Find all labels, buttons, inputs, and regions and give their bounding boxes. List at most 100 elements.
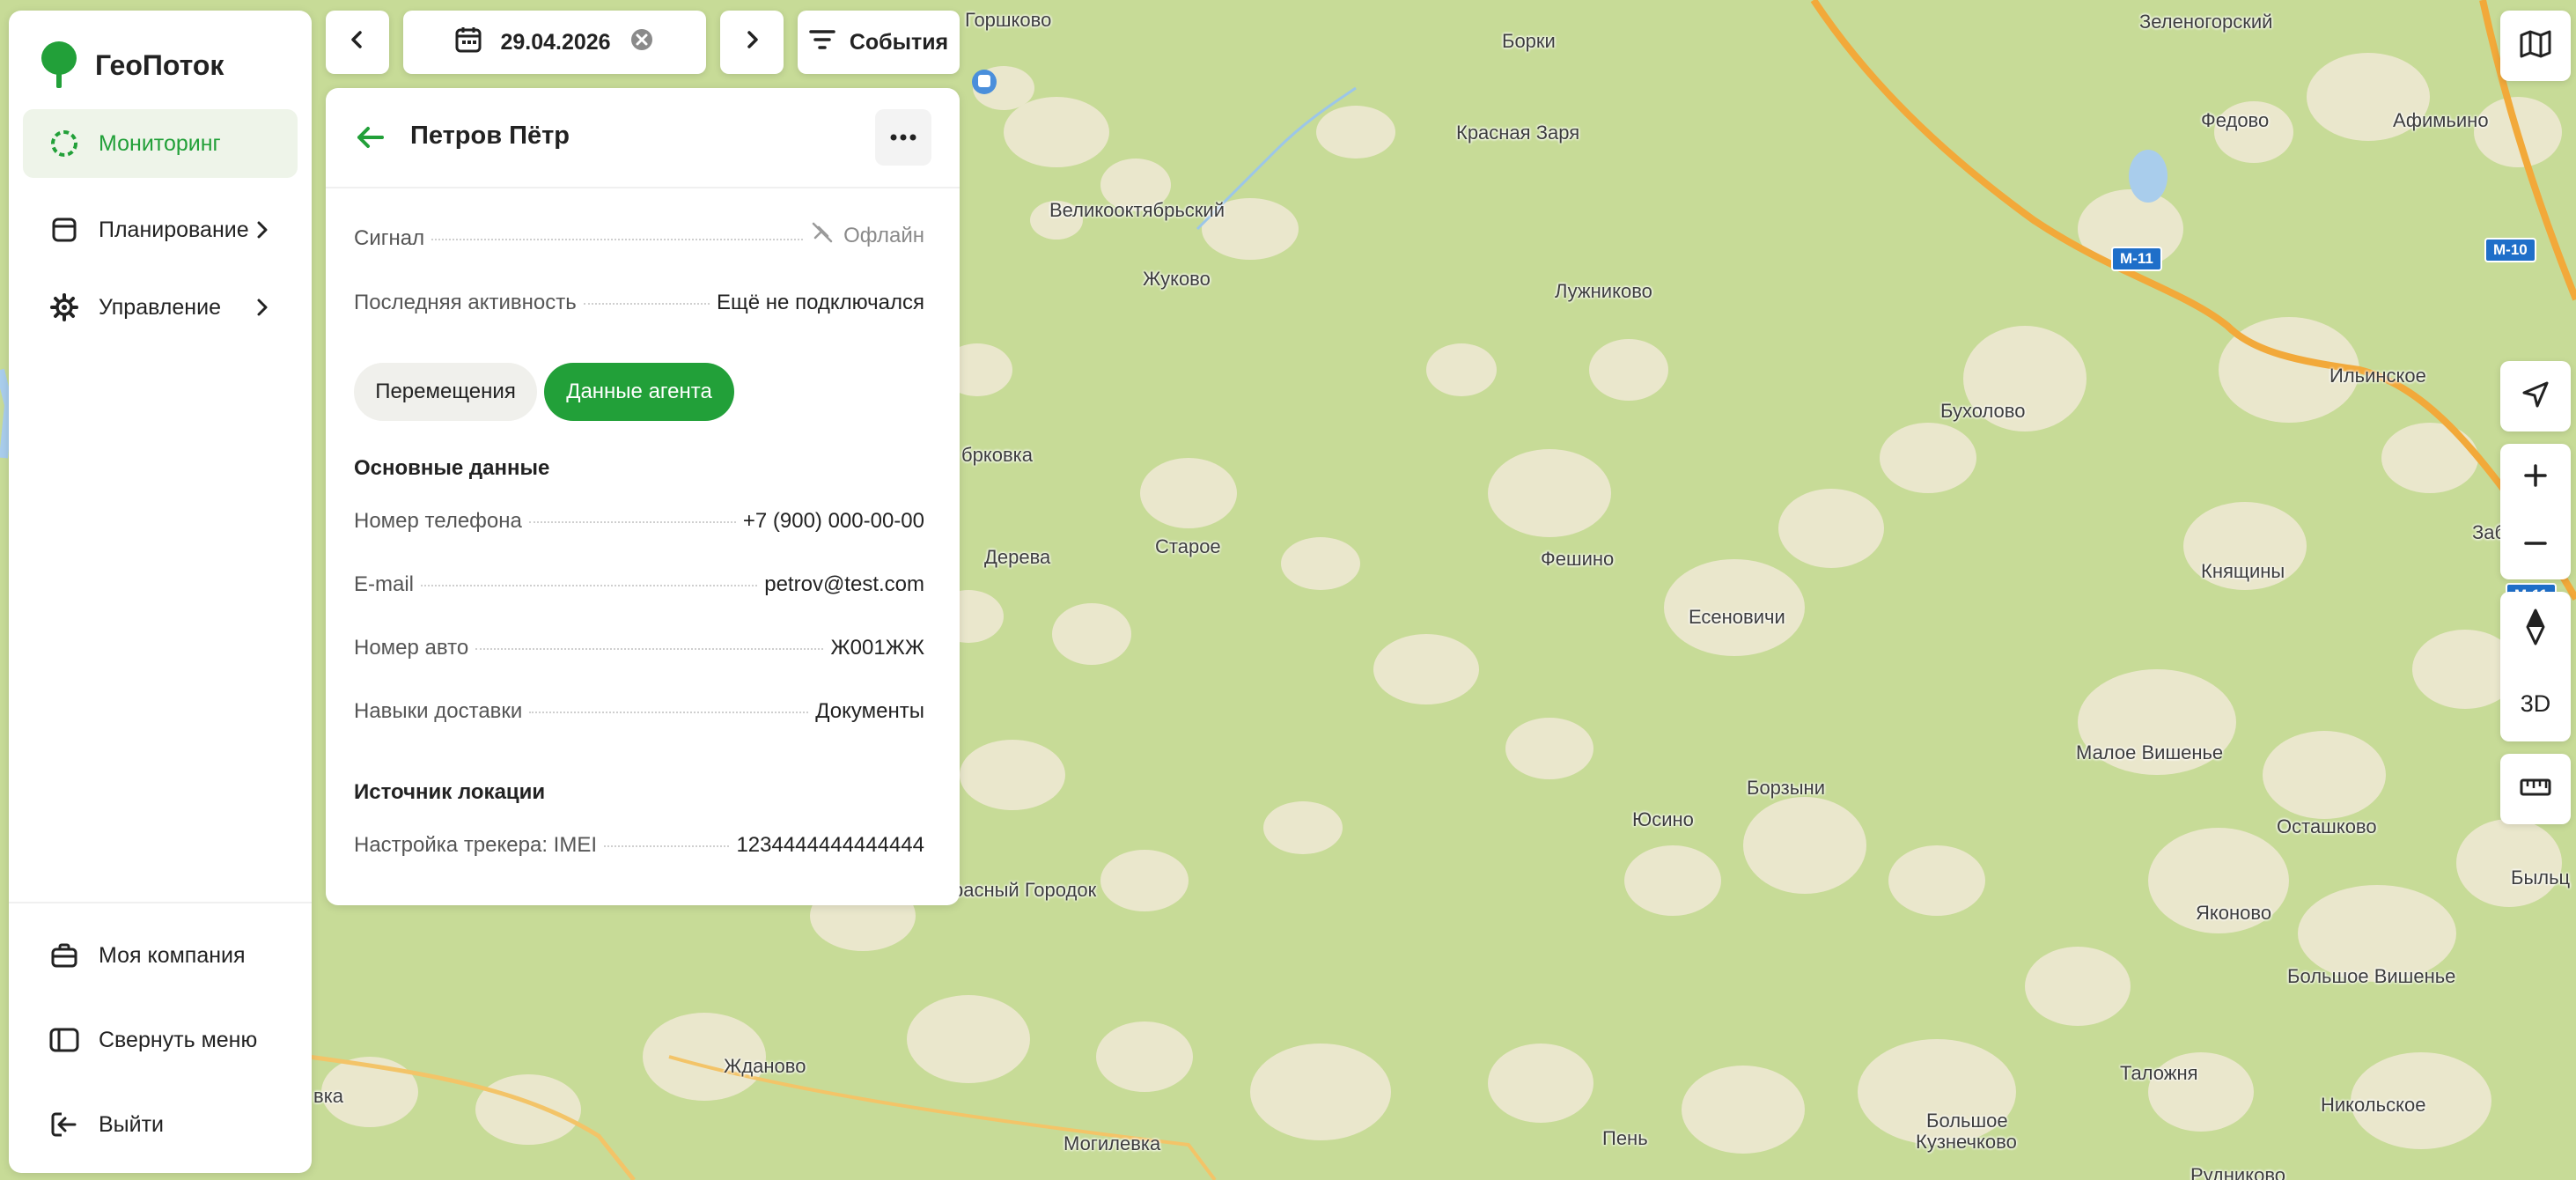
leader-dots <box>529 712 809 713</box>
sidebar-item-management[interactable]: Управление <box>23 273 298 342</box>
tab-movements[interactable]: Перемещения <box>354 363 537 421</box>
last-activity-row: Последняя активность Ещё не подключался <box>354 291 924 326</box>
map-place-label: Рудниково <box>2190 1164 2286 1180</box>
locate-me-button[interactable] <box>2500 361 2571 431</box>
tracker-key: Настройка трекера: IMEI <box>354 833 597 857</box>
more-options-button[interactable] <box>875 109 931 166</box>
email-row: E-mail petrov@test.com <box>354 572 924 608</box>
sidebar-item-label: Выйти <box>99 1111 165 1137</box>
chevron-right-icon <box>254 217 271 249</box>
signal-value: Офлайн <box>843 223 924 247</box>
sidebar-item-label: Управление <box>99 294 221 320</box>
brand-name: ГеоПоток <box>95 48 224 81</box>
map-place-label: брковка <box>961 444 1033 466</box>
minus-icon <box>2523 531 2548 560</box>
back-arrow-icon[interactable] <box>352 120 387 155</box>
events-filter-button[interactable]: События <box>798 11 960 74</box>
ruler-button[interactable] <box>2500 754 2571 824</box>
map-place-label: Княщины <box>2201 560 2285 582</box>
zoom-in-button[interactable] <box>2523 444 2548 512</box>
leader-dots <box>583 303 710 305</box>
ruler-icon <box>2520 778 2551 801</box>
sidebar-item-label: Моя компания <box>99 942 246 968</box>
sidebar-item-label: Свернуть меню <box>99 1027 258 1052</box>
map-place-label: Жданово <box>724 1055 806 1077</box>
section-basic-data: Основные данные <box>354 456 550 480</box>
field-key: Номер авто <box>354 636 469 660</box>
date-picker[interactable]: 29.04.2026 <box>403 11 706 74</box>
map-place-label: Дерева <box>984 546 1051 568</box>
map-layers-button[interactable] <box>2500 11 2571 81</box>
map-place-label: вка <box>313 1085 344 1107</box>
briefcase-icon <box>49 940 79 970</box>
orientation-controls: 3D <box>2500 592 2571 741</box>
map-place-label: Могилевка <box>1064 1132 1161 1154</box>
road-badge: М-10 <box>2484 238 2536 262</box>
calendar-square-icon <box>49 215 79 245</box>
no-signal-icon <box>810 220 835 251</box>
map-place-label: Лужниково <box>1555 280 1652 302</box>
last-activity-key: Последняя активность <box>354 291 577 314</box>
prev-date-button[interactable] <box>326 11 389 74</box>
filter-icon <box>809 28 835 57</box>
car-number-row: Номер авто Ж001ЖЖ <box>354 636 924 671</box>
signal-row: Сигнал Офлайн <box>354 220 924 255</box>
collapse-menu-button[interactable]: Свернуть меню <box>23 1006 298 1074</box>
map-place-label: Яконово <box>2196 902 2272 924</box>
sidebar-item-planning[interactable]: Планирование <box>23 195 298 264</box>
delivery-skills-row: Навыки доставки Документы <box>354 699 924 734</box>
logout-button[interactable]: Выйти <box>23 1090 298 1159</box>
map-place-label: Кузнечково <box>1916 1131 2017 1153</box>
map-place-label: Большое <box>1926 1110 2008 1132</box>
brand-logo[interactable]: ГеоПоток <box>39 41 224 90</box>
zoom-out-button[interactable] <box>2523 512 2548 579</box>
car-number-value: Ж001ЖЖ <box>830 636 924 660</box>
map-place-label: Великооктябрьский <box>1049 199 1225 221</box>
more-dots-icon <box>890 129 916 145</box>
map-place-label: Таложня <box>2120 1062 2198 1084</box>
map-place-label: расный Городок <box>953 879 1097 901</box>
last-activity-value: Ещё не подключался <box>717 291 924 314</box>
sidebar-item-label: Планирование <box>99 217 249 242</box>
sidebar-item-label: Мониторинг <box>99 130 221 156</box>
zoom-controls <box>2500 444 2571 579</box>
calendar-icon <box>454 26 482 60</box>
leader-dots <box>475 648 824 650</box>
selected-date: 29.04.2026 <box>500 29 611 55</box>
chevron-left-icon <box>349 26 366 59</box>
signal-status: Офлайн <box>810 220 924 251</box>
road-badge: М-11 <box>2111 247 2162 271</box>
map-place-label: Зеленогорский <box>2139 11 2273 33</box>
map-place-label: Есеновичи <box>1689 606 1785 628</box>
chevron-right-icon <box>254 294 271 327</box>
clear-date-icon[interactable] <box>629 26 655 59</box>
agent-details-panel: Петров Пётр Сигнал Офлайн Последняя акти… <box>326 88 960 905</box>
map-place-label: Юсино <box>1632 808 1694 830</box>
chevron-right-icon <box>743 26 761 59</box>
compass-button[interactable] <box>2525 592 2546 667</box>
3d-toggle-button[interactable]: 3D <box>2521 667 2551 741</box>
map-place-label: Бухолово <box>1940 400 2026 422</box>
map-place-label: Афимьино <box>2393 109 2489 131</box>
leader-dots <box>528 521 736 523</box>
plus-icon <box>2523 463 2548 492</box>
sidebar-item-my-company[interactable]: Моя компания <box>23 921 298 990</box>
panel-header: Петров Пётр <box>326 88 960 188</box>
email-value: petrov@test.com <box>764 572 924 596</box>
map-place-label: Ильинское <box>2329 365 2426 387</box>
next-date-button[interactable] <box>720 11 784 74</box>
collapse-panel-icon <box>49 1025 79 1055</box>
map-place-label: Фешино <box>1541 548 1615 570</box>
section-location-source: Источник локации <box>354 780 546 804</box>
map-place-label: Федово <box>2201 109 2270 131</box>
tab-agent-data[interactable]: Данные агента <box>544 363 734 421</box>
map-place-label: Жуково <box>1143 268 1211 290</box>
leader-dots <box>431 239 804 240</box>
field-key: Номер телефона <box>354 509 522 533</box>
map-place-label: Малое Вишенье <box>2076 741 2224 763</box>
phone-row: Номер телефона +7 (900) 000-00-00 <box>354 509 924 544</box>
sidebar-item-monitoring[interactable]: Мониторинг <box>23 109 298 178</box>
events-label: События <box>849 29 949 55</box>
map-place-label: Осташково <box>2277 815 2377 837</box>
gear-icon <box>49 292 79 322</box>
